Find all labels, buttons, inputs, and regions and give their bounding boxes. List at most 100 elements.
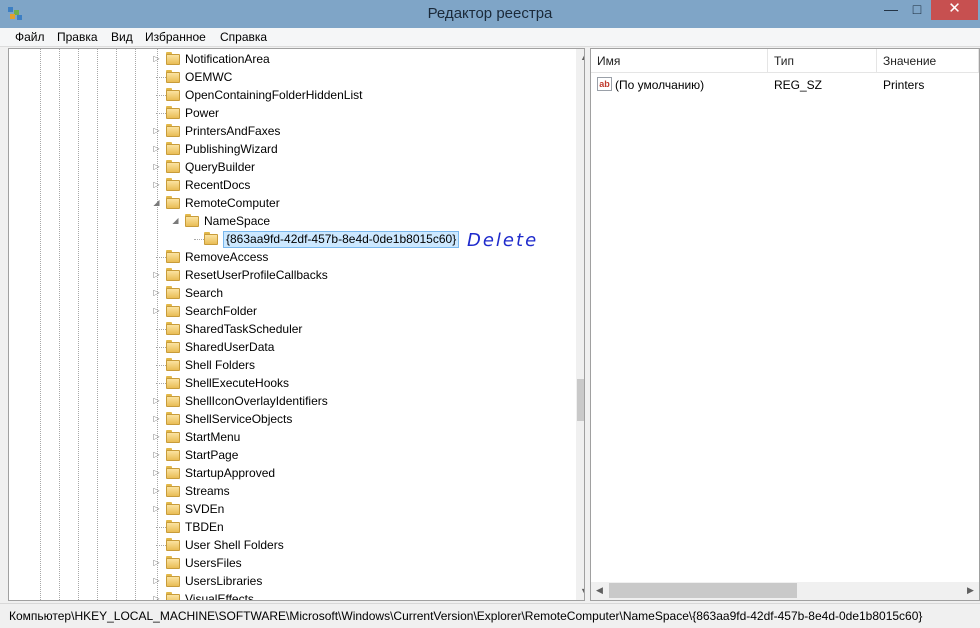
tree-item-label: OpenContainingFolderHiddenList: [185, 88, 363, 102]
column-header-value[interactable]: Значение: [877, 49, 979, 73]
close-button[interactable]: ✕: [931, 0, 978, 20]
tree-connector: [156, 329, 166, 330]
folder-icon: [166, 304, 180, 317]
tree-item[interactable]: ▷ QueryBuilder: [9, 158, 569, 176]
collapsed-arrow-icon[interactable]: ▷: [152, 594, 161, 600]
tree-item[interactable]: ▷ SVDEn: [9, 500, 569, 518]
tree-item[interactable]: ▷ ResetUserProfileCallbacks: [9, 266, 569, 284]
tree-item-label: Shell Folders: [185, 358, 256, 372]
tree-item[interactable]: ▷ PublishingWizard: [9, 140, 569, 158]
collapsed-arrow-icon[interactable]: ▷: [152, 162, 161, 171]
collapsed-arrow-icon[interactable]: ▷: [152, 144, 161, 153]
collapsed-arrow-icon[interactable]: ▷: [152, 288, 161, 297]
collapsed-arrow-icon[interactable]: ▷: [152, 306, 161, 315]
collapsed-arrow-icon[interactable]: ▷: [152, 270, 161, 279]
menu-view[interactable]: Вид: [111, 30, 133, 44]
tree-item[interactable]: ◢ RemoteComputer: [9, 194, 569, 212]
string-value-icon: ab: [597, 77, 612, 91]
value-data: Printers: [883, 78, 925, 92]
folder-icon: [166, 430, 180, 443]
menu-file[interactable]: Файл: [15, 30, 45, 44]
tree-item[interactable]: ShellExecuteHooks: [9, 374, 569, 392]
collapsed-arrow-icon[interactable]: ▷: [152, 126, 161, 135]
tree-item-label: Power: [185, 106, 220, 120]
expanded-arrow-icon[interactable]: ◢: [171, 216, 180, 225]
tree-item[interactable]: ▷ StartPage: [9, 446, 569, 464]
tree-item-label: {863aa9fd-42df-457b-8e4d-0de1b8015c60}: [223, 231, 460, 248]
tree-item-label: TBDEn: [185, 520, 224, 534]
tree-item[interactable]: ▷ SearchFolder: [9, 302, 569, 320]
tree-item[interactable]: ▷ PrintersAndFaxes: [9, 122, 569, 140]
tree-item[interactable]: ▷ Streams: [9, 482, 569, 500]
tree-item[interactable]: ▷ ShellServiceObjects: [9, 410, 569, 428]
collapsed-arrow-icon[interactable]: ▷: [152, 450, 161, 459]
tree-item-label: ResetUserProfileCallbacks: [185, 268, 328, 282]
tree-connector: [156, 77, 166, 78]
tree-item-label: StartPage: [185, 448, 239, 462]
tree-item[interactable]: SharedUserData: [9, 338, 569, 356]
menu-edit[interactable]: Правка: [57, 30, 98, 44]
tree-item[interactable]: ▷ StartupApproved: [9, 464, 569, 482]
values-list[interactable]: Имя Тип Значение ab (По умолчанию) REG_S…: [590, 48, 980, 601]
collapsed-arrow-icon[interactable]: ▷: [152, 486, 161, 495]
minimize-button[interactable]: —: [878, 0, 904, 20]
tree-item[interactable]: OpenContainingFolderHiddenList: [9, 86, 569, 104]
folder-icon: [166, 106, 180, 119]
tree-item-label: Streams: [185, 484, 230, 498]
scroll-left-icon[interactable]: ◀: [591, 582, 608, 599]
menu-favorites[interactable]: Избранное: [145, 30, 206, 44]
folder-icon: [166, 448, 180, 461]
tree-item[interactable]: ◢ NameSpace: [9, 212, 569, 230]
expanded-arrow-icon[interactable]: ◢: [152, 198, 161, 207]
collapsed-arrow-icon[interactable]: ▷: [152, 54, 161, 63]
tree-item[interactable]: ▷ Search: [9, 284, 569, 302]
tree-item-label: ShellExecuteHooks: [185, 376, 290, 390]
folder-icon: [166, 502, 180, 515]
tree-item-label: UsersLibraries: [185, 574, 263, 588]
collapsed-arrow-icon[interactable]: ▷: [152, 414, 161, 423]
scroll-right-icon[interactable]: ▶: [962, 582, 979, 599]
title-bar: Редактор реестра — □ ✕: [0, 0, 980, 28]
column-header-type[interactable]: Тип: [768, 49, 877, 73]
tree-item-label: ShellIconOverlayIdentifiers: [185, 394, 328, 408]
hscroll-thumb[interactable]: [609, 583, 797, 598]
menu-help[interactable]: Справка: [220, 30, 267, 44]
scroll-thumb[interactable]: [577, 379, 584, 421]
tree-item-label: RemoteComputer: [185, 196, 280, 210]
tree-item[interactable]: ▷ NotificationArea: [9, 50, 569, 68]
folder-icon: [166, 322, 180, 335]
collapsed-arrow-icon[interactable]: ▷: [152, 576, 161, 585]
tree-item[interactable]: Shell Folders: [9, 356, 569, 374]
tree-item[interactable]: ▷ RecentDocs: [9, 176, 569, 194]
collapsed-arrow-icon[interactable]: ▷: [152, 396, 161, 405]
collapsed-arrow-icon[interactable]: ▷: [152, 558, 161, 567]
tree-item[interactable]: SharedTaskScheduler: [9, 320, 569, 338]
tree-item[interactable]: ▷ ShellIconOverlayIdentifiers: [9, 392, 569, 410]
collapsed-arrow-icon[interactable]: ▷: [152, 432, 161, 441]
tree-item[interactable]: ▷ UsersFiles: [9, 554, 569, 572]
tree-item[interactable]: ▷ StartMenu: [9, 428, 569, 446]
column-header-name[interactable]: Имя: [591, 49, 768, 73]
tree-connector: [156, 95, 166, 96]
tree-item[interactable]: OEMWC: [9, 68, 569, 86]
tree-item-label: NotificationArea: [185, 52, 270, 66]
collapsed-arrow-icon[interactable]: ▷: [152, 504, 161, 513]
tree-item[interactable]: TBDEn: [9, 518, 569, 536]
collapsed-arrow-icon[interactable]: ▷: [152, 468, 161, 477]
tree-connector: [156, 383, 166, 384]
tree-item-label: NameSpace: [204, 214, 271, 228]
tree-vertical-scrollbar[interactable]: ▲ ▼: [576, 49, 584, 600]
tree-item[interactable]: ▷ VisualEffects: [9, 590, 569, 600]
collapsed-arrow-icon[interactable]: ▷: [152, 180, 161, 189]
delete-annotation: Delete: [467, 230, 539, 251]
tree-item[interactable]: User Shell Folders: [9, 536, 569, 554]
scroll-down-icon[interactable]: ▼: [576, 583, 584, 600]
tree-item[interactable]: Power: [9, 104, 569, 122]
registry-tree[interactable]: ▷ NotificationArea OEMWC OpenContainingFold…: [8, 48, 585, 601]
maximize-button[interactable]: □: [904, 0, 930, 20]
tree-item[interactable]: ▷ UsersLibraries: [9, 572, 569, 590]
values-horizontal-scrollbar[interactable]: ◀ ▶: [591, 582, 979, 600]
tree-item-label: UsersFiles: [185, 556, 242, 570]
scroll-up-icon[interactable]: ▲: [576, 49, 584, 66]
value-row[interactable]: ab (По умолчанию) REG_SZ Printers: [591, 75, 979, 95]
